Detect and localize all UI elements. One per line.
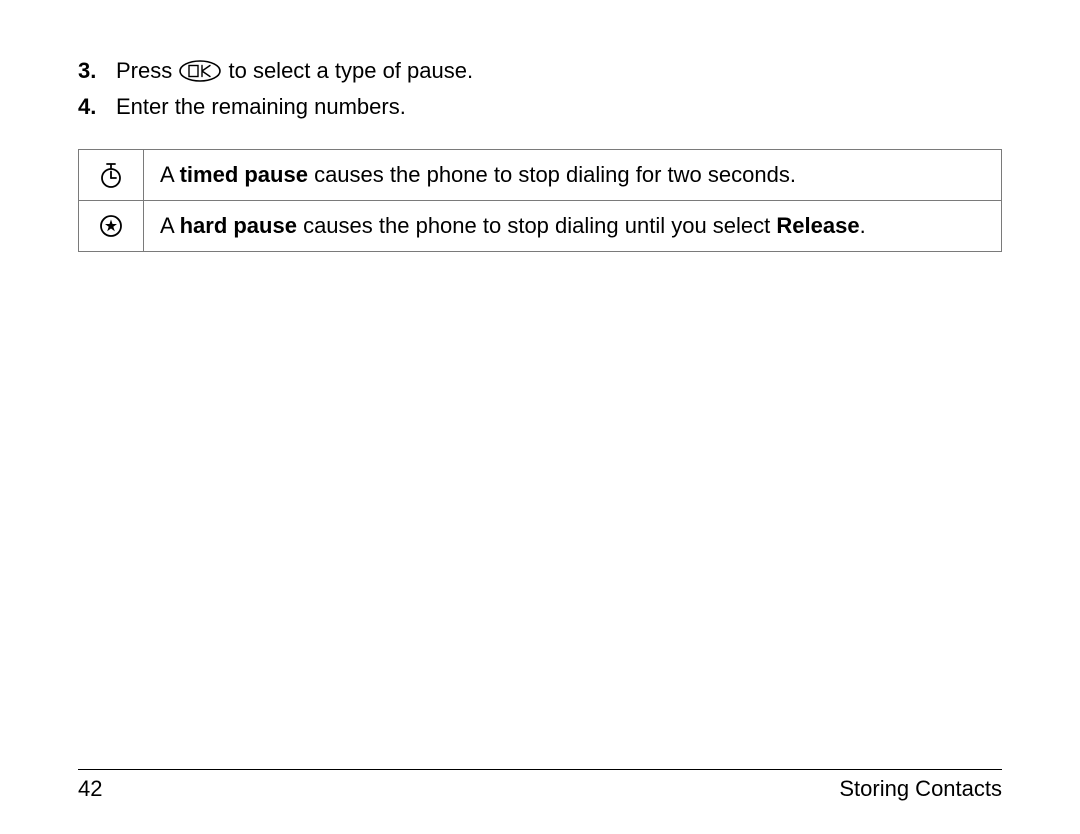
step-item: 3. Press to select a type of pause. [78,56,1002,86]
step-text-before: Press [116,58,178,83]
step-text: Enter the remaining numbers. [116,92,1002,122]
page-footer: 42 Storing Contacts [78,769,1002,804]
steps-list: 3. Press to select a type of pause. 4. E… [78,56,1002,121]
step-number: 3. [78,56,116,86]
star-circle-icon [87,213,135,239]
step-text: Press to select a type of pause. [116,56,1002,86]
footer-rule [78,769,1002,770]
pause-icon-cell [79,150,144,201]
pause-description-cell: A timed pause causes the phone to stop d… [144,150,1002,201]
text-pre: A [160,162,180,187]
pause-description-cell: A hard pause causes the phone to stop di… [144,201,1002,252]
text-bold-2: Release [776,213,859,238]
pause-icon-cell [79,201,144,252]
step-number: 4. [78,92,116,122]
document-page: 3. Press to select a type of pause. 4. E… [0,0,1080,252]
stopwatch-icon [87,161,135,189]
text-bold: timed pause [180,162,308,187]
text-post: causes the phone to stop dialing for two… [308,162,796,187]
step-item: 4. Enter the remaining numbers. [78,92,1002,122]
step-text-after: to select a type of pause. [228,58,473,83]
text-post: causes the phone to stop dialing until y… [297,213,776,238]
page-number: 42 [78,774,102,804]
ok-key-icon [178,60,222,82]
table-row: A hard pause causes the phone to stop di… [79,201,1002,252]
text-bold: hard pause [180,213,297,238]
pause-types-table: A timed pause causes the phone to stop d… [78,149,1002,251]
text-end: . [860,213,866,238]
text-pre: A [160,213,180,238]
section-title: Storing Contacts [839,774,1002,804]
table-row: A timed pause causes the phone to stop d… [79,150,1002,201]
